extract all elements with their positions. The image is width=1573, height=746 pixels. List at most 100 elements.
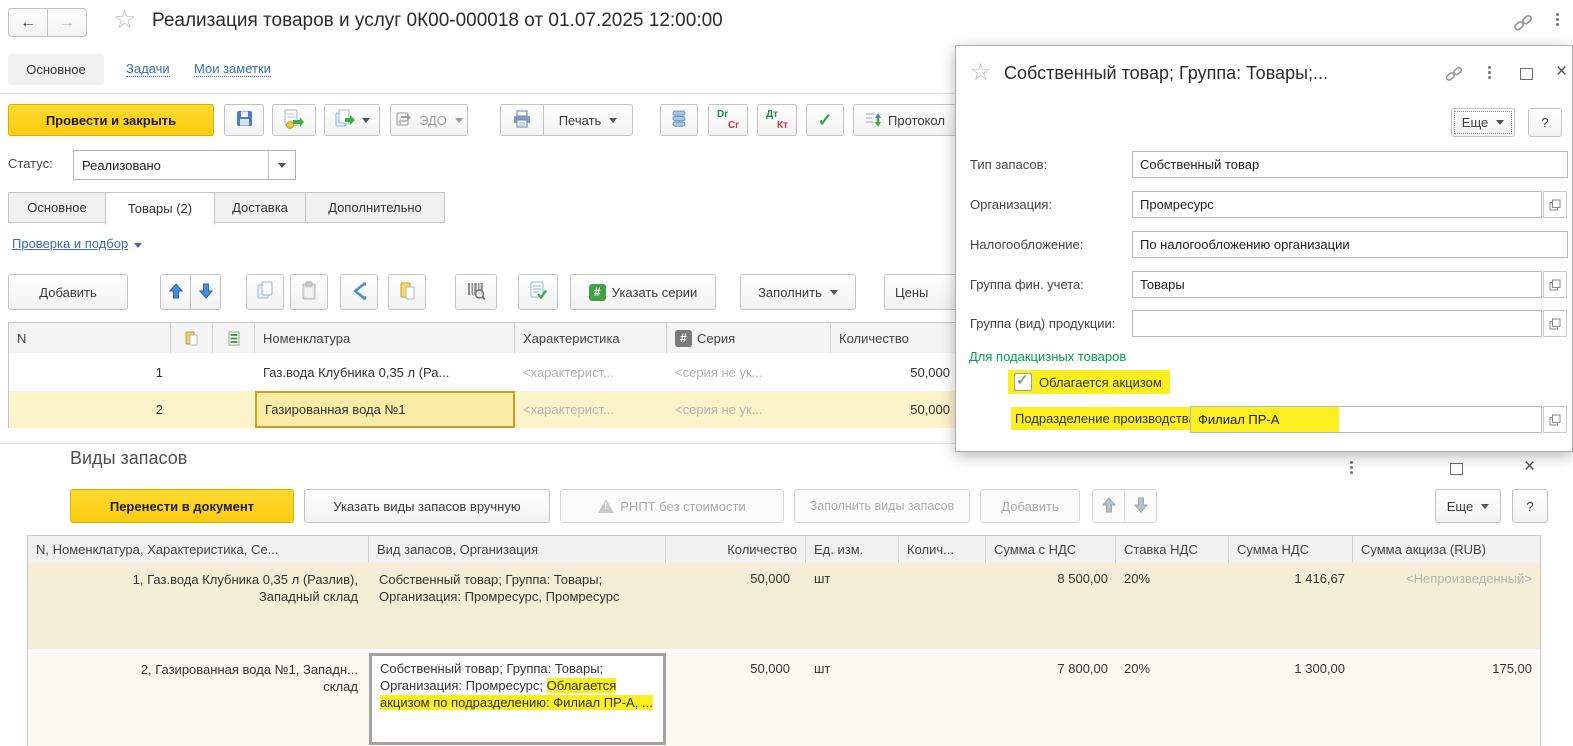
dialog-link-icon[interactable]: [1444, 64, 1464, 87]
stock-row1-sum-vat[interactable]: 8 500,00: [994, 571, 1108, 586]
arrow-up-disabled-icon: [1101, 496, 1116, 516]
dialog-close-icon[interactable]: ×: [1556, 61, 1567, 83]
dr-cr-button[interactable]: Dr Cr: [708, 104, 748, 136]
print-menu-button[interactable]: Печать: [543, 104, 633, 136]
stock-row1-item[interactable]: 1, Газ.вода Клубника 0,35 л (Разлив), За…: [118, 571, 358, 605]
goods-row1-series[interactable]: <серия не ук...: [667, 353, 831, 391]
stock-row2-type-active-cell[interactable]: Собственный товар; Группа: Товары; Орган…: [369, 653, 666, 745]
stock-col-vat-rate: Ставка НДС: [1116, 536, 1229, 563]
stock-panel-maximize-icon[interactable]: [1450, 463, 1463, 475]
edo-button[interactable]: ЭДО: [390, 104, 468, 136]
production-dept-input[interactable]: Филиал ПР-А: [1190, 406, 1542, 433]
check-document-button[interactable]: ✓: [806, 104, 844, 136]
stock-row-2[interactable]: 2, Газированная вода №1, Западн... склад…: [28, 653, 1540, 746]
stock-row1-vat-sum[interactable]: 1 416,67: [1237, 571, 1345, 586]
goods-row2-quantity[interactable]: 50,000: [831, 391, 958, 428]
nav-tab-notes[interactable]: Мои заметки: [194, 61, 271, 77]
goods-row1-nomenclature[interactable]: Газ.вода Клубника 0,35 л (Ра...: [255, 353, 515, 391]
tab-tovary[interactable]: Товары (2): [105, 192, 215, 225]
goods-barcode-button[interactable]: [455, 274, 497, 310]
tab-osnovnoe[interactable]: Основное: [8, 192, 106, 223]
manual-stock-types-button[interactable]: Указать виды запасов вручную: [304, 489, 550, 523]
stock-row1-vat-rate[interactable]: 20%: [1124, 571, 1150, 586]
product-group-input[interactable]: [1132, 310, 1542, 337]
nav-tab-tasks[interactable]: Задачи: [126, 61, 170, 77]
copy-link-icon[interactable]: [1512, 12, 1534, 37]
goods-paste-button[interactable]: [290, 274, 328, 310]
goods-row1-quantity[interactable]: 50,000: [831, 353, 958, 391]
back-button[interactable]: ←: [8, 8, 48, 37]
post-document-button[interactable]: [272, 104, 316, 136]
production-dept-open-icon[interactable]: [1543, 406, 1567, 433]
stock-row1-type[interactable]: Собственный товар; Группа: Товары; Орган…: [379, 571, 651, 605]
fin-group-input[interactable]: Товары: [1132, 271, 1542, 298]
stock-row2-unit[interactable]: шт: [814, 661, 830, 676]
organization-label: Организация:: [970, 197, 1053, 212]
stock-row2-vat-sum[interactable]: 1 300,00: [1237, 661, 1345, 676]
organization-input[interactable]: Промресурс: [1132, 191, 1542, 218]
dialog-star-icon[interactable]: ☆: [970, 58, 992, 87]
goods-row1-characteristic[interactable]: <характерист...: [515, 353, 667, 391]
goods-row1-n[interactable]: 1: [9, 353, 171, 391]
goods-row2-n[interactable]: 2: [9, 391, 171, 428]
dialog-maximize-icon[interactable]: [1520, 68, 1533, 80]
print-icon-button[interactable]: [500, 104, 544, 136]
window-more-icon[interactable]: [1556, 13, 1559, 26]
stock-move-up-button[interactable]: [1092, 489, 1125, 523]
rnpt-button[interactable]: ! РНПТ без стоимости: [560, 489, 784, 523]
stock-add-button[interactable]: Добавить: [980, 489, 1080, 523]
status-caret-icon[interactable]: [268, 151, 295, 179]
stock-row1-excise[interactable]: <Непроизведенный>: [1361, 571, 1532, 586]
goods-move-up-button[interactable]: [160, 274, 191, 310]
taxation-input[interactable]: По налогообложению организации: [1132, 231, 1568, 258]
app-window: ← → ☆ Реализация товаров и услуг 0К00-00…: [0, 0, 1573, 746]
dialog-help-button[interactable]: ?: [1528, 108, 1562, 137]
transfer-to-document-button[interactable]: Перенести в документ: [70, 489, 294, 523]
set-series-button[interactable]: # Указать серии: [570, 274, 716, 310]
stock-row1-unit[interactable]: шт: [814, 571, 830, 586]
favorite-star-icon[interactable]: ☆: [113, 4, 136, 35]
fin-group-open-icon[interactable]: [1543, 271, 1567, 298]
stock-row2-sum-vat[interactable]: 7 800,00: [994, 661, 1108, 676]
check-and-pick-link[interactable]: Проверка и подбор: [12, 236, 142, 251]
goods-copy-button[interactable]: [246, 274, 284, 310]
stock-row2-excise[interactable]: 175,00: [1361, 661, 1532, 676]
stock-move-down-button[interactable]: [1124, 489, 1157, 523]
stock-row2-item[interactable]: 2, Газированная вода №1, Западн... склад: [118, 661, 358, 695]
stock-row-1[interactable]: 1, Газ.вода Клубника 0,35 л (Разлив), За…: [28, 563, 1540, 649]
product-group-open-icon[interactable]: [1543, 310, 1567, 337]
organization-open-icon[interactable]: [1543, 191, 1567, 218]
goods-check-fill-button[interactable]: [518, 274, 558, 310]
excise-checkbox[interactable]: ✓: [1014, 372, 1032, 391]
dialog-more-icon[interactable]: [1488, 66, 1491, 79]
registers-button[interactable]: [660, 104, 698, 136]
goods-col-nomenclature: Номенклатура: [255, 323, 515, 353]
stock-panel-close-icon[interactable]: ×: [1524, 456, 1535, 478]
dialog-more-button[interactable]: Еще: [1451, 108, 1515, 137]
forward-button[interactable]: →: [47, 8, 87, 37]
stock-more-button[interactable]: Еще: [1435, 489, 1501, 523]
goods-row2-characteristic[interactable]: <характерист...: [515, 391, 667, 428]
stock-row1-qty[interactable]: 50,000: [666, 571, 790, 586]
goods-row2-nomenclature-active-cell[interactable]: Газированная вода №1: [255, 391, 515, 428]
goods-fill-button[interactable]: Заполнить: [740, 274, 856, 310]
goods-add-button[interactable]: Добавить: [8, 274, 128, 310]
stock-row2-qty[interactable]: 50,000: [666, 661, 790, 676]
goods-row2-series[interactable]: <серия не ук...: [667, 391, 831, 428]
create-based-on-button[interactable]: [324, 104, 380, 136]
tab-dostavka[interactable]: Доставка: [214, 192, 306, 223]
tab-dopolnitelno[interactable]: Дополнительно: [305, 192, 445, 223]
goods-compare-button[interactable]: [340, 274, 378, 310]
stock-panel-more-icon[interactable]: [1350, 461, 1353, 474]
nav-tab-main[interactable]: Основное: [8, 54, 104, 85]
post-and-close-button[interactable]: Провести и закрыть: [8, 104, 214, 136]
fill-stock-types-button[interactable]: Заполнить виды запасов: [794, 489, 970, 523]
status-combobox[interactable]: Реализовано: [73, 150, 296, 180]
save-button[interactable]: [224, 104, 264, 136]
stock-row2-vat-rate[interactable]: 20%: [1124, 661, 1150, 676]
dt-kt-button[interactable]: Дт Кт: [757, 104, 797, 136]
stock-type-input[interactable]: Собственный товар: [1132, 151, 1568, 178]
stock-help-button[interactable]: ?: [1512, 489, 1548, 523]
goods-move-down-button[interactable]: [190, 274, 221, 310]
goods-open-card-button[interactable]: [388, 274, 426, 310]
